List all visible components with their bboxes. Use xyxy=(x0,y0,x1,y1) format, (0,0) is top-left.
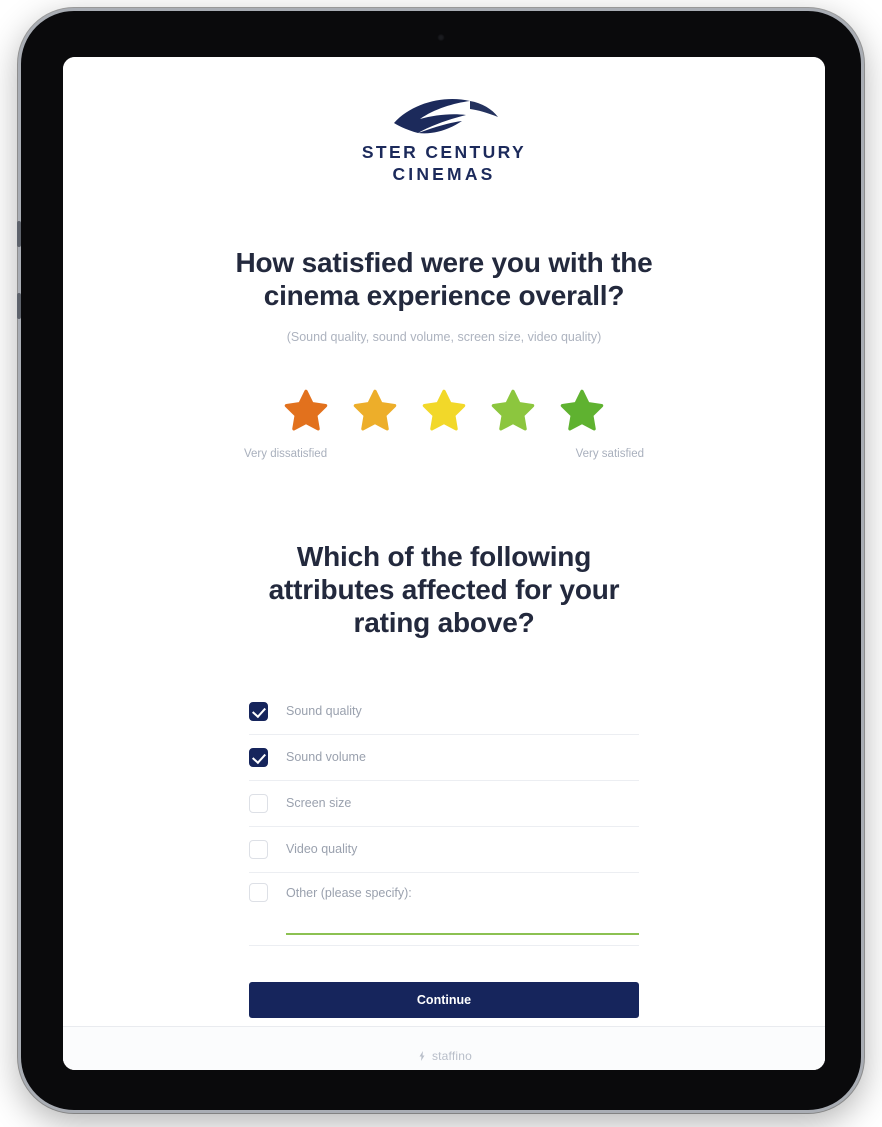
attribute-option-sound-volume[interactable]: Sound volume xyxy=(249,735,639,781)
star-icon xyxy=(353,389,397,431)
brand-logo: STER CENTURY CINEMAS xyxy=(63,57,825,186)
checkbox-unchecked-icon[interactable] xyxy=(249,839,268,859)
staffino-branding: staffino xyxy=(416,1049,472,1063)
question-1-subtitle: (Sound quality, sound volume, screen siz… xyxy=(286,329,602,344)
attribute-option-other[interactable]: Other (please specify): xyxy=(249,873,639,913)
star-icon xyxy=(284,389,328,431)
other-input-wrapper xyxy=(249,912,639,935)
survey-page: STER CENTURY CINEMAS How satisfied were … xyxy=(63,57,825,1070)
star-rating-2[interactable] xyxy=(349,386,401,436)
star-rating-3[interactable] xyxy=(418,386,470,436)
question-2-title: Which of the following attributes affect… xyxy=(268,540,620,638)
star-rating-widget: Very dissatisfied Very satisfied xyxy=(244,386,644,460)
attribute-option-video-quality[interactable]: Video quality xyxy=(249,827,639,873)
star-rating-row xyxy=(244,386,644,436)
page-footer: staffino By using the Staffino's Web App… xyxy=(63,1025,825,1070)
checkbox-unchecked-icon[interactable] xyxy=(249,793,268,813)
scale-low-label: Very dissatisfied xyxy=(244,447,328,460)
scale-high-label: Very satisfied xyxy=(575,447,644,460)
star-icon xyxy=(560,389,604,431)
checkbox-checked-icon[interactable] xyxy=(249,747,268,767)
continue-button-wrapper: Continue xyxy=(249,981,639,1018)
star-rating-4[interactable] xyxy=(487,386,539,436)
survey-content: STER CENTURY CINEMAS How satisfied were … xyxy=(63,57,825,1026)
tablet-screen: STER CENTURY CINEMAS How satisfied were … xyxy=(63,57,825,1070)
continue-button[interactable]: Continue xyxy=(249,981,639,1018)
brand-name: STER CENTURY CINEMAS xyxy=(63,141,825,186)
checkbox-unchecked-icon[interactable] xyxy=(249,883,268,903)
checkbox-checked-icon[interactable] xyxy=(249,701,268,721)
tablet-device-frame: STER CENTURY CINEMAS How satisfied were … xyxy=(17,8,864,1113)
question-1-title: How satisfied were you with the cinema e… xyxy=(235,246,653,311)
brand-name-line1: STER CENTURY xyxy=(361,142,527,162)
staffino-brand-name: staffino xyxy=(431,1048,473,1063)
staffino-logo-icon xyxy=(419,1050,425,1061)
star-scale-labels: Very dissatisfied Very satisfied xyxy=(244,448,644,460)
attribute-label: Screen size xyxy=(286,796,352,811)
front-camera-icon xyxy=(437,34,445,41)
attribute-option-screen-size[interactable]: Screen size xyxy=(249,781,639,827)
ster-century-swoosh-icon xyxy=(394,99,498,134)
attribute-label: Sound volume xyxy=(286,750,366,765)
star-rating-5[interactable] xyxy=(556,386,608,436)
star-icon xyxy=(491,389,535,431)
attribute-label: Video quality xyxy=(286,842,358,857)
attribute-label: Other (please specify): xyxy=(286,885,412,900)
star-rating-1[interactable] xyxy=(280,386,332,436)
attribute-option-sound-quality[interactable]: Sound quality xyxy=(249,689,639,735)
star-icon xyxy=(422,389,466,431)
attributes-checklist: Sound quality Sound volume Screen size V… xyxy=(249,689,639,913)
other-row-divider xyxy=(249,944,639,946)
attribute-label: Sound quality xyxy=(286,704,362,719)
other-specify-input[interactable] xyxy=(286,912,639,935)
brand-name-line2: CINEMAS xyxy=(392,164,496,185)
